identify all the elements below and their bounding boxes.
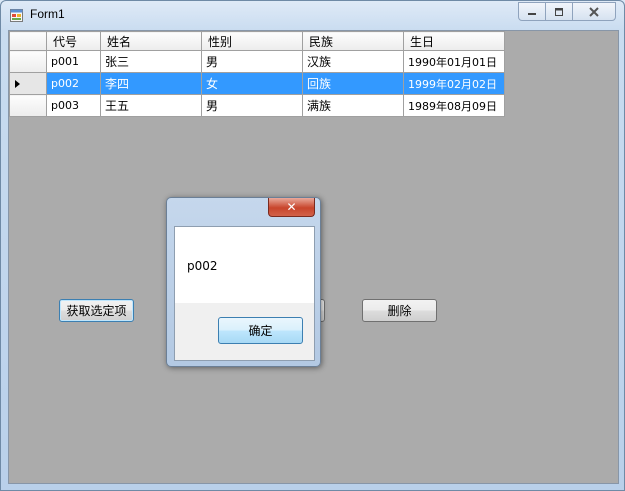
cell-gender[interactable]: 男 — [201, 50, 303, 73]
cell-gender[interactable]: 男 — [201, 94, 303, 117]
column-header-gender[interactable]: 性别 — [201, 31, 303, 51]
message-box-dialog: ✕ p002 确定 — [166, 197, 321, 367]
row-header-corner[interactable] — [9, 31, 47, 51]
row-header[interactable] — [9, 72, 47, 95]
cell-name[interactable]: 王五 — [100, 94, 202, 117]
restore-button[interactable] — [545, 2, 573, 21]
column-header-id[interactable]: 代号 — [46, 31, 101, 51]
dialog-close-button[interactable]: ✕ — [268, 198, 315, 217]
main-window: Form1 代号 姓名 性别 民族 生日 p001 张三 男 汉族 1990年0… — [0, 0, 625, 491]
form-icon — [10, 9, 23, 22]
cell-ethnicity[interactable]: 回族 — [302, 72, 404, 95]
cell-name[interactable]: 张三 — [100, 50, 202, 73]
caption-buttons — [518, 2, 616, 21]
close-button[interactable] — [572, 2, 616, 21]
column-header-ethnicity[interactable]: 民族 — [302, 31, 404, 51]
cell-birthday[interactable]: 1990年01月01日 — [403, 50, 505, 73]
column-header-name[interactable]: 姓名 — [100, 31, 202, 51]
cell-ethnicity[interactable]: 满族 — [302, 94, 404, 117]
cell-id[interactable]: p002 — [46, 72, 101, 95]
get-selected-button[interactable]: 获取选定项 — [59, 299, 134, 322]
cell-ethnicity[interactable]: 汉族 — [302, 50, 404, 73]
grid-header-row: 代号 姓名 性别 民族 生日 — [9, 31, 505, 51]
cell-birthday[interactable]: 1989年08月09日 — [403, 94, 505, 117]
dialog-message-area: p002 — [175, 227, 314, 303]
row-header[interactable] — [9, 50, 47, 73]
data-grid[interactable]: 代号 姓名 性别 民族 生日 p001 张三 男 汉族 1990年01月01日 … — [9, 31, 505, 117]
delete-button[interactable]: 删除 — [362, 299, 437, 322]
row-header[interactable] — [9, 94, 47, 117]
cell-birthday[interactable]: 1999年02月02日 — [403, 72, 505, 95]
cell-name[interactable]: 李四 — [100, 72, 202, 95]
table-row[interactable]: p003 王五 男 满族 1989年08月09日 — [9, 94, 505, 117]
ok-button[interactable]: 确定 — [218, 317, 303, 344]
close-icon — [589, 6, 599, 17]
table-row[interactable]: p001 张三 男 汉族 1990年01月01日 — [9, 50, 505, 73]
column-header-birthday[interactable]: 生日 — [403, 31, 505, 51]
dialog-content: p002 确定 — [174, 226, 315, 361]
window-title: Form1 — [30, 7, 65, 21]
cell-gender[interactable]: 女 — [201, 72, 303, 95]
table-row-selected[interactable]: p002 李四 女 回族 1999年02月02日 — [9, 72, 505, 95]
current-row-arrow-icon — [15, 79, 20, 88]
restore-icon — [555, 7, 563, 16]
dialog-message: p002 — [187, 259, 218, 273]
minimize-icon — [528, 12, 536, 15]
minimize-button[interactable] — [518, 2, 546, 21]
cell-id[interactable]: p003 — [46, 94, 101, 117]
cell-id[interactable]: p001 — [46, 50, 101, 73]
